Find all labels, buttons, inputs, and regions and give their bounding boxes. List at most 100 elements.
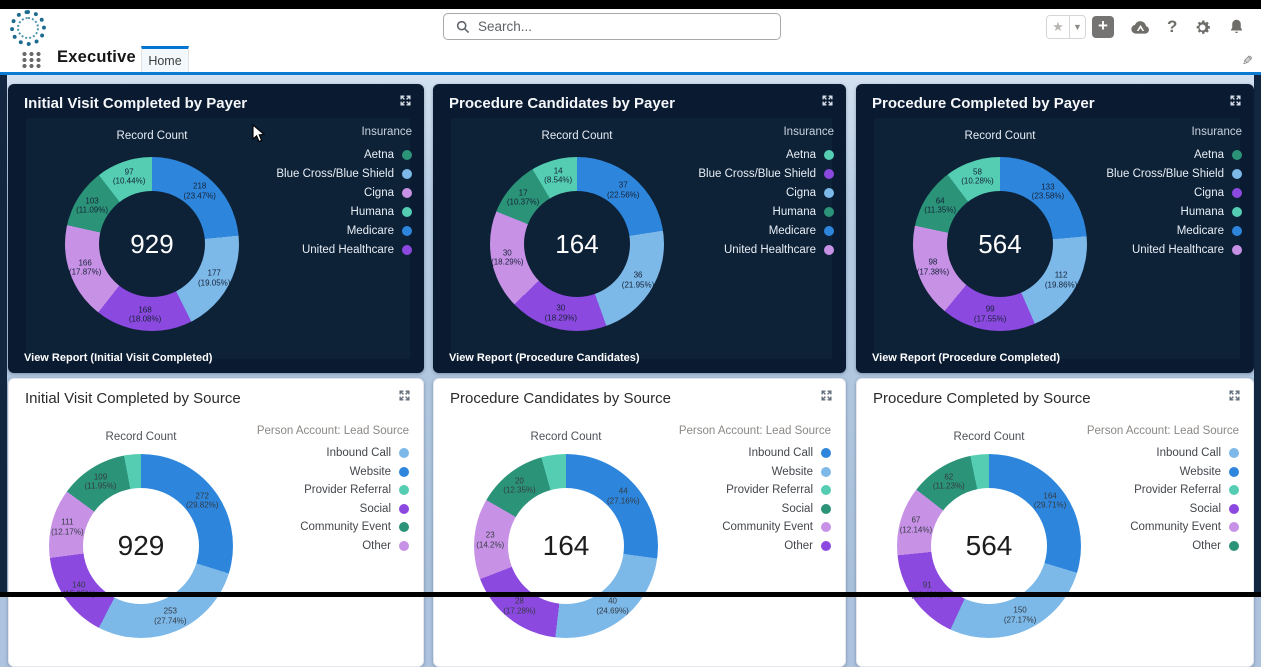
legend-item-label: Aetna [364,149,394,161]
legend-item-label: Provider Referral [304,484,391,496]
slice-label: 36(21.95%) [622,271,654,290]
donut-total: 929 [83,488,199,604]
legend-item-label: Other [362,540,391,552]
legend-item: Medicare [1106,221,1242,240]
widget-title: Procedure Completed by Source [873,390,1091,407]
legend-swatch [821,504,831,514]
legend-item: Website [257,463,409,482]
legend-item-label: Social [782,503,813,515]
legend-swatch [821,485,831,495]
favorite-star-icon[interactable]: ★ [1047,16,1069,38]
favorites-dropdown-icon[interactable]: ▼ [1069,16,1085,38]
record-count-label: Record Count [954,431,1025,443]
legend-item: Medicare [698,221,834,240]
legend-item-label: Cigna [786,187,816,199]
legend-item-label: Community Event [1130,521,1221,533]
edit-dashboard-icon[interactable]: ✎ [1242,53,1253,69]
legend-swatch [1232,226,1242,236]
legend-item: Blue Cross/Blue Shield [698,164,834,183]
notifications-bell-icon[interactable] [1228,18,1245,37]
widget-title: Initial Visit Completed by Source [25,390,241,407]
legend-item-label: Medicare [769,225,816,237]
legend-swatch [1232,188,1242,198]
slice-label: 17(10.37%) [507,188,539,207]
view-report-link[interactable]: View Report (Initial Visit Completed) [24,352,212,364]
legend-swatch [824,188,834,198]
chart-legend: InsuranceAetnaBlue Cross/Blue ShieldCign… [698,126,834,259]
legend-item-label: Blue Cross/Blue Shield [276,168,394,180]
legend-item-label: Cigna [1194,187,1224,199]
expand-widget-button[interactable] [1226,389,1242,405]
company-logo [10,10,46,46]
widget-initial-visit-by-source: Initial Visit Completed by Source Record… [8,378,424,667]
global-actions-icon[interactable]: + [1092,16,1114,38]
legend-title: Person Account: Lead Source [257,425,409,437]
slice-label: 164(29.71%) [1034,491,1066,510]
slice-label: 111(12.17%) [51,518,83,537]
legend-swatch [1232,207,1242,217]
legend-item: Aetna [698,145,834,164]
slice-label: 177(19.05%) [198,269,230,288]
view-report-link[interactable]: View Report (Procedure Completed) [872,352,1060,364]
global-search[interactable] [443,13,781,40]
legend-swatch [1232,150,1242,160]
slice-label: 272(29.82%) [186,491,218,510]
chart-legend: InsuranceAetnaBlue Cross/Blue ShieldCign… [276,126,412,259]
legend-title: Person Account: Lead Source [1087,425,1239,437]
legend-item: Social [1087,500,1239,519]
slice-label: 58(10.28%) [961,167,993,186]
legend-title: Person Account: Lead Source [679,425,831,437]
guidance-center-icon[interactable] [1130,19,1151,35]
legend-item: Humana [276,202,412,221]
expand-widget-button[interactable] [819,94,835,110]
expand-widget-button[interactable] [396,389,412,405]
slice-label: 99(17.55%) [974,305,1006,324]
legend-item-label: United Healthcare [302,244,394,256]
legend-swatch [1229,522,1239,532]
legend-item: Blue Cross/Blue Shield [1106,164,1242,183]
legend-item: Provider Referral [679,481,831,500]
legend-swatch [824,207,834,217]
app-launcher-icon[interactable] [21,51,41,68]
legend-item: Community Event [257,518,409,537]
setup-gear-icon[interactable] [1193,18,1212,37]
legend-item: Community Event [679,518,831,537]
tab-home[interactable]: Home [141,46,189,72]
widget-title: Procedure Candidates by Payer [449,95,675,112]
legend-item-label: Blue Cross/Blue Shield [1106,168,1224,180]
legend-item: Inbound Call [257,444,409,463]
legend-swatch [399,485,409,495]
legend-item: Social [257,500,409,519]
view-report-link[interactable]: View Report (Procedure Candidates) [449,352,640,364]
record-count-label: Record Count [117,130,188,142]
widget-procedure-completed-by-source: Procedure Completed by Source Record Cou… [856,378,1254,667]
legend-item-label: Website [1180,466,1221,478]
legend-title: Insurance [1106,126,1242,138]
slice-label: 28(17.28%) [503,597,535,616]
slice-label: 166(17.87%) [69,258,101,277]
slice-label: 44(27.16%) [607,487,639,506]
legend-item: Cigna [698,183,834,202]
favorites-control[interactable]: ★ ▼ [1046,15,1086,39]
slice-label: 103(11.09%) [76,196,108,215]
legend-item-label: Inbound Call [1156,447,1221,459]
slice-label: 109(11.95%) [85,472,117,491]
expand-widget-button[interactable] [397,94,413,110]
help-icon[interactable]: ? [1167,17,1177,37]
mouse-cursor [252,124,266,143]
expand-widget-button[interactable] [818,389,834,405]
chart-legend: InsuranceAetnaBlue Cross/Blue ShieldCign… [1106,126,1242,259]
expand-widget-button[interactable] [1227,94,1243,110]
slice-label: 14(8.54%) [544,166,572,185]
legend-item: Other [1087,537,1239,556]
legend-swatch [1229,485,1239,495]
legend-item: Provider Referral [257,481,409,500]
legend-item-label: Medicare [1177,225,1224,237]
legend-swatch [824,169,834,179]
legend-swatch [824,245,834,255]
legend-item: Cigna [1106,183,1242,202]
search-input[interactable] [478,19,748,34]
slice-label: 37(22.56%) [607,181,639,200]
legend-item: Aetna [276,145,412,164]
slice-label: 40(24.69%) [596,597,628,616]
